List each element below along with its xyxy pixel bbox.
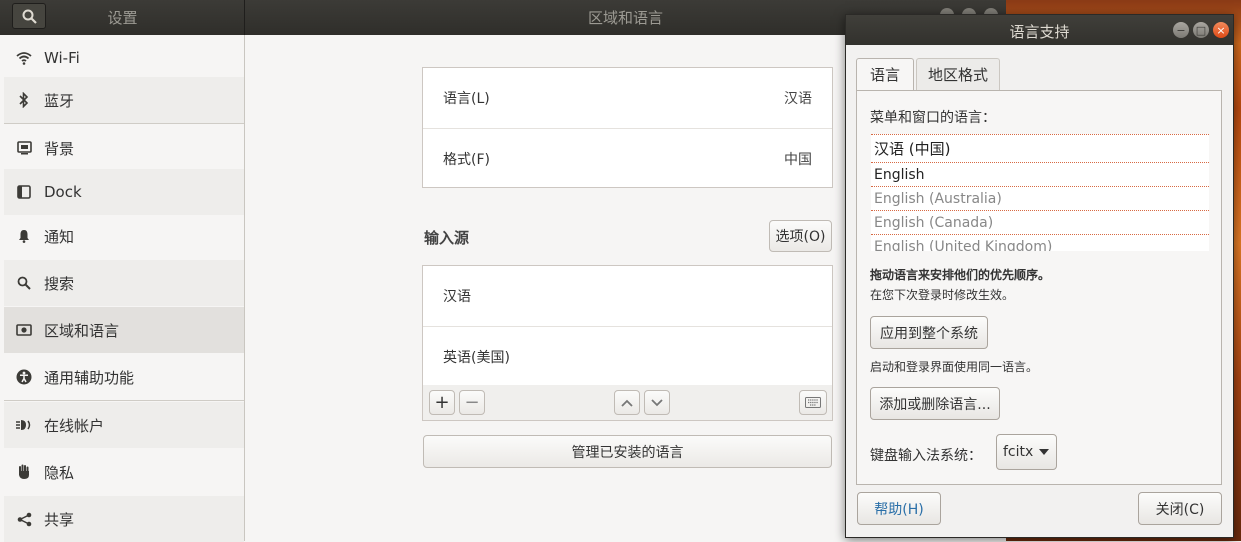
language-item[interactable]: English — [871, 163, 1209, 187]
input-options-button[interactable]: 选项(O) — [769, 220, 832, 252]
apply-hint: 启动和登录界面使用同一语言。 — [870, 360, 1039, 374]
hand-icon — [4, 464, 44, 480]
accessibility-icon — [4, 369, 44, 385]
sidebar-item-background[interactable]: 背景 — [4, 125, 244, 171]
add-input-source-button[interactable]: + — [429, 390, 455, 415]
language-row[interactable]: 语言(L) 汉语 — [423, 68, 832, 128]
tab-language[interactable]: 语言 — [856, 58, 914, 90]
input-method-value: fcitx — [1003, 444, 1034, 460]
format-row[interactable]: 格式(F) 中国 — [423, 128, 832, 188]
language-list[interactable]: 汉语 (中国) English English (Australia) Engl… — [871, 134, 1209, 251]
input-method-label: 键盘输入法系统： — [870, 448, 982, 464]
add-remove-languages-button[interactable]: 添加或删除语言... — [870, 387, 1000, 420]
language-support-dialog: 语言支持 − □ × 语言 地区格式 菜单和窗口的语言： 汉语 (中国) Eng… — [845, 14, 1234, 538]
share-icon — [4, 512, 44, 527]
drag-hint: 拖动语言来安排他们的优先顺序。 — [870, 268, 1051, 282]
sidebar-item-dock[interactable]: Dock — [4, 169, 244, 215]
input-source-label: 英语(美国) — [443, 349, 510, 366]
sidebar-item-privacy[interactable]: 隐私 — [4, 449, 244, 495]
input-source-label: 汉语 — [443, 289, 471, 305]
sidebar-item-accessibility[interactable]: 通用辅助功能 — [4, 354, 244, 400]
format-label: 格式(F) — [443, 151, 490, 168]
wifi-icon — [4, 51, 44, 65]
close-icon: × — [1216, 23, 1226, 37]
sidebar-divider — [4, 400, 244, 401]
menu-language-label: 菜单和窗口的语言： — [870, 110, 996, 126]
help-button[interactable]: 帮助(H) — [857, 492, 941, 525]
sidebar-item-sharing[interactable]: 共享 — [4, 496, 244, 542]
chevron-down-icon — [651, 398, 663, 406]
sidebar-header: 设置 — [0, 0, 245, 35]
bluetooth-icon — [4, 92, 44, 108]
dialog-close-button[interactable]: × — [1213, 22, 1229, 38]
input-source-row[interactable]: 汉语 — [423, 266, 832, 326]
search-icon — [4, 276, 44, 290]
sidebar-label: Wi-Fi — [44, 49, 80, 67]
language-item[interactable]: English (United Kingdom) — [871, 235, 1209, 251]
sidebar-label: 区域和语言 — [44, 321, 120, 340]
input-sources-list: 汉语 英语(美国) — [422, 265, 833, 386]
keyboard-layout-button[interactable] — [799, 390, 827, 415]
sidebar-label: 隐私 — [44, 463, 75, 482]
online-accounts-icon — [4, 418, 44, 432]
move-down-button[interactable] — [644, 390, 670, 415]
sidebar-label: 搜索 — [44, 274, 75, 293]
sidebar-label: 共享 — [44, 510, 75, 529]
region-icon — [4, 324, 44, 336]
sidebar-item-wifi[interactable]: Wi-Fi — [4, 35, 244, 81]
effect-hint: 在您下次登录时修改生效。 — [870, 288, 1015, 302]
sidebar-label: Dock — [44, 183, 82, 201]
keyboard-icon — [805, 397, 821, 408]
sidebar-item-online-accounts[interactable]: 在线帐户 — [4, 402, 244, 448]
language-item[interactable]: English (Australia) — [871, 187, 1209, 211]
apply-system-wide-button[interactable]: 应用到整个系统 — [870, 316, 988, 349]
minus-icon: − — [464, 392, 480, 413]
dialog-maximize-button[interactable]: □ — [1193, 22, 1209, 38]
input-sources-title: 输入源 — [424, 229, 470, 247]
chevron-up-icon — [621, 399, 633, 407]
move-up-button[interactable] — [614, 390, 640, 415]
settings-sidebar: Wi-Fi 蓝牙 背景 Dock 通知 搜索 区域和语言 通用辅助功能 在线帐户… — [0, 35, 245, 542]
dock-icon — [4, 185, 44, 199]
language-format-card: 语言(L) 汉语 格式(F) 中国 — [422, 67, 833, 188]
close-dialog-button[interactable]: 关闭(C) — [1138, 492, 1222, 525]
minimize-icon: − — [1176, 23, 1186, 37]
sidebar-item-bluetooth[interactable]: 蓝牙 — [4, 77, 244, 123]
sidebar-item-region[interactable]: 区域和语言 — [4, 307, 244, 353]
format-value: 中国 — [784, 151, 812, 168]
sidebar-label: 通知 — [44, 227, 75, 246]
language-item[interactable]: 汉语 (中国) — [871, 135, 1209, 163]
language-tab-panel: 菜单和窗口的语言： 汉语 (中国) English English (Austr… — [856, 90, 1222, 485]
plus-icon: + — [434, 392, 450, 413]
language-label: 语言(L) — [443, 91, 490, 107]
sidebar-item-search[interactable]: 搜索 — [4, 260, 244, 306]
dialog-titlebar[interactable]: 语言支持 − □ × — [846, 15, 1233, 45]
sidebar-item-notifications[interactable]: 通知 — [4, 213, 244, 259]
dialog-minimize-button[interactable]: − — [1173, 22, 1189, 38]
input-method-select[interactable]: fcitx — [996, 434, 1057, 470]
sidebar-label: 在线帐户 — [44, 416, 105, 435]
tab-regional-formats[interactable]: 地区格式 — [916, 58, 1000, 90]
sidebar-title: 设置 — [107, 9, 138, 27]
input-sources-toolbar: + − — [422, 385, 833, 421]
bell-icon — [4, 229, 44, 243]
dropdown-arrow-icon — [1039, 449, 1049, 455]
maximize-icon: □ — [1195, 23, 1207, 37]
sidebar-divider — [4, 123, 244, 124]
sidebar-label: 通用辅助功能 — [44, 368, 135, 387]
sidebar-label: 背景 — [44, 139, 75, 158]
background-icon — [4, 141, 44, 155]
sidebar-label: 蓝牙 — [44, 91, 75, 110]
manage-languages-button[interactable]: 管理已安装的语言 — [423, 435, 832, 468]
remove-input-source-button[interactable]: − — [459, 390, 485, 415]
input-source-row[interactable]: 英语(美国) — [423, 326, 832, 386]
language-value: 汉语 — [784, 91, 812, 107]
language-item[interactable]: English (Canada) — [871, 211, 1209, 235]
